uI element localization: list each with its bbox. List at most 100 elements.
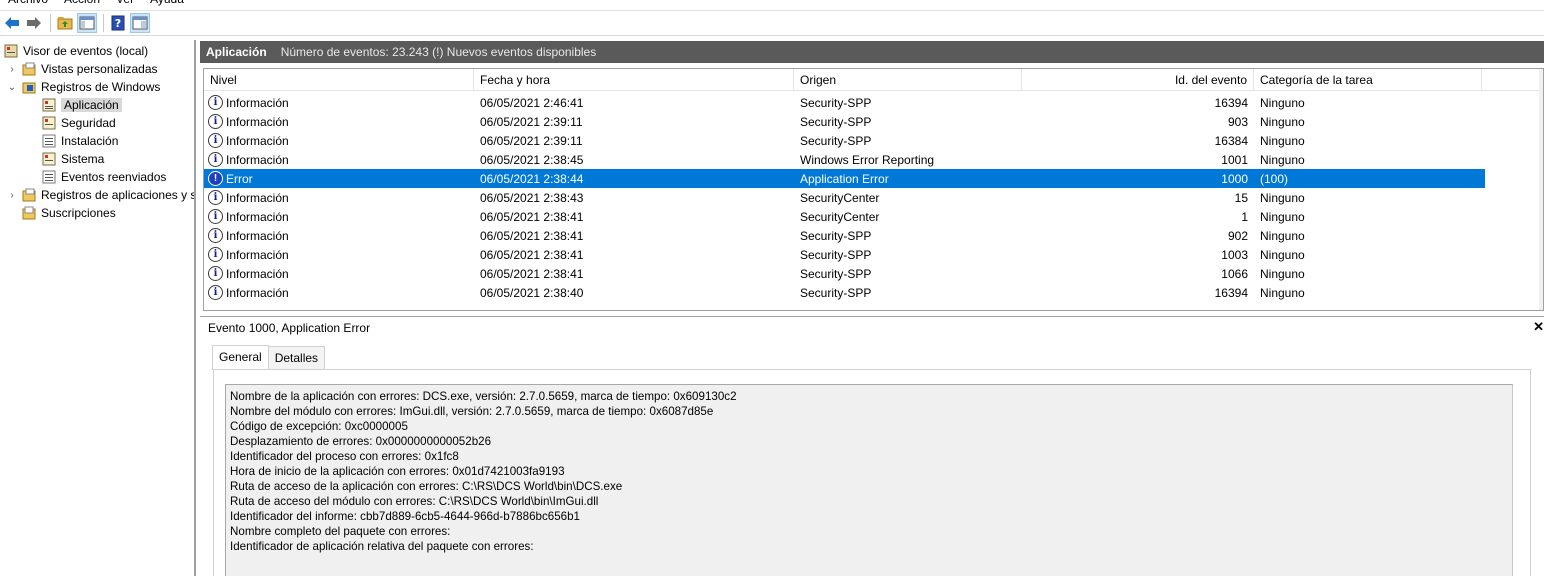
chevron-right-icon[interactable]: › [6,190,18,201]
description-line: Hora de inicio de la aplicación con erro… [230,465,565,478]
menu-ver[interactable]: Ver [108,0,142,8]
log-icon [42,134,56,148]
description-line: Nombre de la aplicación con errores: DCS… [230,390,737,403]
cell-id: 903 [1227,114,1248,129]
table-row[interactable]: i Información 06/05/2021 2:38:41 Security-S… [204,245,1543,264]
event-count-info: Número de eventos: 23.243 (!) Nuevos eve… [280,45,597,59]
tree-item-vistas-personalizadas[interactable]: › Vistas personalizadas [6,60,157,78]
table-row[interactable]: i Información 06/05/2021 2:38:40 Security-S… [204,283,1543,302]
event-description-text[interactable]: Nombre de la aplicación con errores: DCS… [225,384,1513,576]
cell-origen: Security-SPP [800,247,872,262]
tree-item-aplicacion[interactable]: Aplicación [42,96,122,114]
forward-arrow-icon[interactable] [24,13,44,33]
cell-fecha: 06/05/2021 2:38:40 [480,285,584,300]
close-icon[interactable]: ✕ [1533,319,1544,335]
column-header-fecha[interactable]: Fecha y hora [474,69,794,91]
column-header-categoria[interactable]: Categoría de la tarea [1254,69,1482,91]
column-header-nivel[interactable]: Nivel [204,69,474,91]
menu-bar: Archivo Acción Ver Ayuda [0,0,1544,8]
cell-fecha: 06/05/2021 2:38:45 [480,152,584,167]
tree-item-seguridad[interactable]: Seguridad [42,114,116,132]
description-line: Desplazamiento de errores: 0x00000000000… [230,435,492,448]
detail-tabs: General Detalles [212,345,326,370]
subscriptions-icon [22,206,36,220]
tree-item-registros-windows[interactable]: ⌄ Registros de Windows [6,78,161,96]
cell-id: 1000 [1221,171,1248,186]
log-icon [42,98,56,112]
info-icon: i [208,190,223,205]
description-line: Ruta de acceso del módulo con errores: C… [230,495,599,508]
cell-fecha: 06/05/2021 2:38:44 [480,171,584,186]
table-row[interactable]: i Información 06/05/2021 2:38:43 SecurityCe… [204,188,1543,207]
cell-origen: Security-SPP [800,266,872,281]
cell-nivel: i Información [204,209,474,224]
chevron-down-icon[interactable]: ⌄ [6,82,18,93]
back-arrow-icon[interactable] [2,13,22,33]
column-header-origen[interactable]: Origen [794,69,1022,91]
cell-nivel: i Información [204,285,474,300]
cell-id: 16394 [1214,285,1248,300]
cell-nivel-text: Información [226,152,289,167]
chevron-right-icon[interactable]: › [6,64,18,75]
menu-archivo[interactable]: Archivo [0,0,56,8]
cell-id: 1 [1241,209,1248,224]
cell-nivel: i Información [204,114,474,129]
table-row[interactable]: i Información 06/05/2021 2:39:11 Security-S… [204,131,1543,150]
cell-nivel-text: Información [226,114,289,129]
table-row[interactable]: i Información 06/05/2021 2:39:11 Security-S… [204,112,1543,131]
events-table: Nivel Fecha y hora Origen Id. del evento… [203,68,1544,311]
log-icon [42,152,56,166]
folder-up-icon[interactable] [55,13,75,33]
cell-nivel: i Información [204,152,474,167]
folder-icon [22,62,36,76]
table-row[interactable]: i Información 06/05/2021 2:38:41 Security-S… [204,226,1543,245]
tree-item-suscripciones[interactable]: Suscripciones [22,204,116,222]
table-row[interactable]: i Información 06/05/2021 2:38:41 Security-S… [204,264,1543,283]
table-row[interactable]: ! Error 06/05/2021 2:38:44 Application Erro… [204,169,1485,188]
show-hide-action-pane-icon[interactable] [130,13,150,33]
folder-icon [22,188,36,202]
cell-origen: Security-SPP [800,95,872,110]
description-line: Identificador de aplicación relativa del… [230,540,534,553]
svg-text:?: ? [115,17,121,30]
event-viewer-icon [4,44,18,58]
log-header-bar: Aplicación Número de eventos: 23.243 (!)… [200,41,1544,63]
tree-item-sistema[interactable]: Sistema [42,150,104,168]
tab-detalles[interactable]: Detalles [267,346,326,370]
info-icon: i [208,285,223,300]
tab-general[interactable]: General [212,345,269,370]
menu-ayuda[interactable]: Ayuda [142,0,192,8]
table-header: Nivel Fecha y hora Origen Id. del evento… [204,69,1543,91]
cell-fecha: 06/05/2021 2:38:41 [480,266,584,281]
tree-item-eventos-reenviados[interactable]: Eventos reenviados [42,168,166,186]
cell-origen: Security-SPP [800,228,872,243]
event-detail-pane: Evento 1000, Application Error ✕ General… [200,316,1544,576]
table-row[interactable]: i Información 06/05/2021 2:38:41 SecurityCe… [204,207,1543,226]
vertical-scrollbar[interactable] [1539,69,1543,310]
cell-origen: Windows Error Reporting [800,152,935,167]
log-icon [42,116,56,130]
info-icon: i [208,266,223,281]
toolbar-separator [103,14,104,32]
table-row[interactable]: i Información 06/05/2021 2:46:41 Security-S… [204,93,1543,112]
cell-categoria: Ninguno [1260,152,1305,167]
menu-accion[interactable]: Acción [56,0,108,8]
description-line: Código de excepción: 0xc0000005 [230,420,408,433]
description-line: Identificador del proceso con errores: 0… [230,450,459,463]
help-icon[interactable]: ? [108,13,128,33]
cell-categoria: Ninguno [1260,266,1305,281]
cell-nivel-text: Información [226,190,289,205]
tree-item-visor-local[interactable]: Visor de eventos (local) [4,42,148,60]
tree-item-instalacion[interactable]: Instalación [42,132,118,150]
cell-fecha: 06/05/2021 2:46:41 [480,95,584,110]
cell-categoria: Ninguno [1260,190,1305,205]
table-row[interactable]: i Información 06/05/2021 2:38:45 Windows Er… [204,150,1543,169]
show-hide-tree-icon[interactable] [77,13,97,33]
tree-item-registros-aplicaciones[interactable]: › Registros de aplicaciones y s [6,186,194,204]
cell-nivel-text: Información [226,133,289,148]
toolbar: ? [0,10,1544,36]
cell-nivel: ! Error [204,171,474,186]
column-header-id[interactable]: Id. del evento [1022,69,1254,91]
cell-nivel-text: Información [226,209,289,224]
cell-origen: SecurityCenter [800,190,880,205]
